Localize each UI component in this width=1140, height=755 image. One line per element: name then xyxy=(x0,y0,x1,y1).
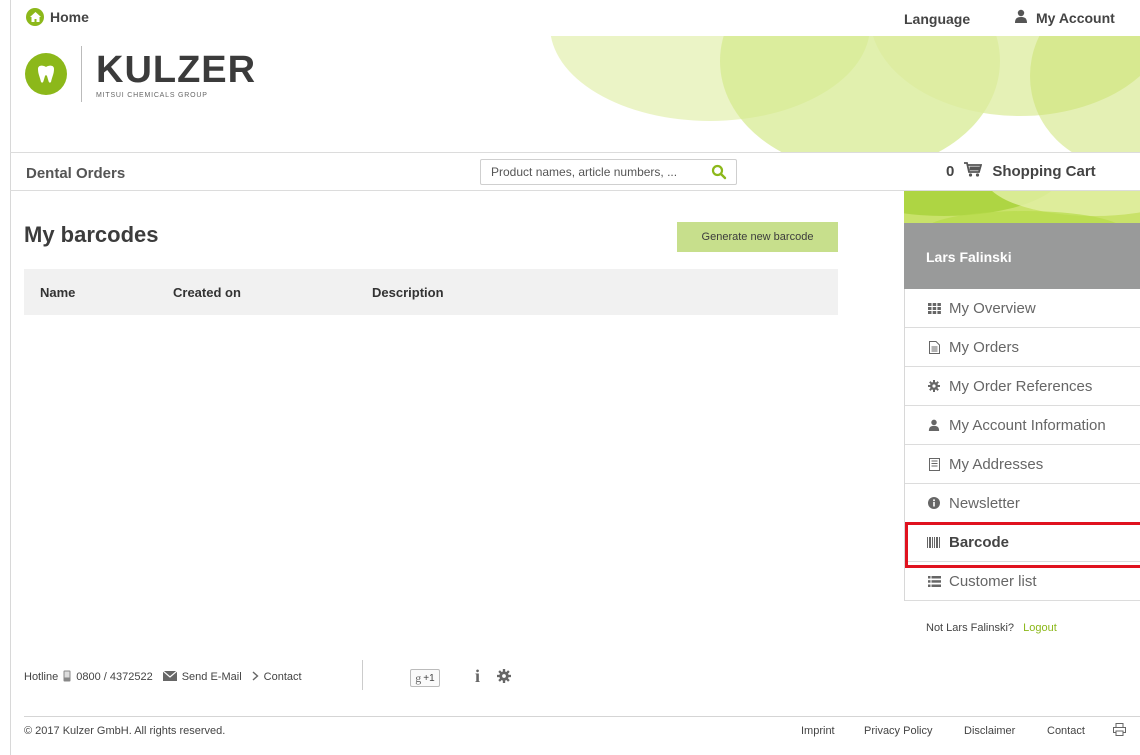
cart-label: Shopping Cart xyxy=(992,163,1096,180)
list-icon xyxy=(927,575,941,587)
tooth-icon xyxy=(25,53,67,95)
sidebar-item-label: My Orders xyxy=(949,338,1020,356)
logo-divider xyxy=(81,46,82,102)
page-title: My barcodes xyxy=(24,222,159,247)
top-bar: Home Language My Account xyxy=(10,0,1140,36)
settings-gear-icon[interactable] xyxy=(497,669,511,686)
logout-link[interactable]: Logout xyxy=(1023,622,1057,634)
google-plus-button[interactable]: g +1 xyxy=(410,669,440,687)
home-link[interactable]: Home xyxy=(26,8,89,26)
document-icon xyxy=(927,340,941,354)
email-icon xyxy=(162,670,178,684)
print-icon[interactable] xyxy=(1113,723,1126,739)
google-plus-count: +1 xyxy=(423,672,435,684)
brand-name: KULZER xyxy=(96,48,257,91)
privacy-policy-link[interactable]: Privacy Policy xyxy=(864,725,932,737)
column-description[interactable]: Description xyxy=(372,285,444,300)
search-box xyxy=(480,159,737,185)
sidebar-item-label: Newsletter xyxy=(949,494,1020,512)
kulzer-logo[interactable]: KULZER MITSUI CHEMICALS GROUP xyxy=(25,46,256,102)
sidebar-item-barcode[interactable]: Barcode xyxy=(905,522,1140,568)
gear-icon xyxy=(927,380,941,392)
info-button[interactable]: i xyxy=(475,666,480,687)
user-icon xyxy=(927,419,941,431)
sidebar-item-account-information[interactable]: My Account Information xyxy=(905,406,1140,445)
home-label: Home xyxy=(50,9,89,25)
footer-divider-line xyxy=(24,716,1140,717)
imprint-link[interactable]: Imprint xyxy=(801,725,835,737)
generate-barcode-button[interactable]: Generate new barcode xyxy=(677,222,838,252)
sidebar-item-order-references[interactable]: My Order References xyxy=(905,367,1140,406)
search-icon[interactable] xyxy=(711,164,727,183)
column-created-on[interactable]: Created on xyxy=(173,285,241,300)
brand-subtitle: MITSUI CHEMICALS GROUP xyxy=(96,91,208,99)
account-sidebar: Lars Falinski My Overview My Orders My O… xyxy=(904,191,1140,655)
disclaimer-link[interactable]: Disclaimer xyxy=(964,725,1015,737)
sidebar-item-label: Barcode xyxy=(949,533,1010,551)
my-account-link[interactable]: My Account xyxy=(1014,9,1115,26)
cart-icon xyxy=(964,162,983,181)
barcode-table-header: Name Created on Description xyxy=(24,269,838,315)
sidebar-item-orders[interactable]: My Orders xyxy=(905,328,1140,367)
sidebar-menu: My Overview My Orders My Order Reference… xyxy=(904,289,1140,601)
sidebar-item-overview[interactable]: My Overview xyxy=(905,289,1140,328)
copyright: © 2017 Kulzer GmbH. All rights reserved. xyxy=(24,725,226,737)
footer-contact-label: Contact xyxy=(263,671,302,683)
send-email-link[interactable]: Send E-Mail xyxy=(162,670,242,684)
dental-orders-label[interactable]: Dental Orders xyxy=(26,165,125,182)
sidebar-item-newsletter[interactable]: Newsletter xyxy=(905,484,1140,523)
sidebar-item-label: Customer list xyxy=(949,572,1037,590)
google-plus-icon: g xyxy=(415,670,422,685)
footer-divider xyxy=(362,660,363,690)
column-name[interactable]: Name xyxy=(40,285,75,300)
home-icon xyxy=(26,8,44,26)
sidebar-item-addresses[interactable]: My Addresses xyxy=(905,445,1140,484)
sidebar-user-name: Lars Falinski xyxy=(904,223,1140,289)
sidebar-item-label: My Overview xyxy=(949,299,1036,317)
info-icon xyxy=(927,497,941,509)
hotline-label: Hotline xyxy=(24,671,59,683)
grid-icon xyxy=(927,302,941,314)
footer-contact-bar: Hotline 0800 / 4372522 Send E-Mail Conta… xyxy=(24,667,544,687)
nav-bar: Dental Orders 0 Shopping Cart xyxy=(10,153,1140,191)
footer-contact-link-bottom[interactable]: Contact xyxy=(1047,725,1085,737)
footer-contact-link[interactable]: Contact xyxy=(252,670,302,684)
cart-count: 0 xyxy=(946,163,955,180)
language-menu[interactable]: Language xyxy=(904,11,970,27)
not-user-line: Not Lars Falinski? Logout xyxy=(926,622,1057,634)
sidebar-item-label: My Addresses xyxy=(949,455,1044,473)
address-book-icon xyxy=(927,457,941,471)
my-account-label: My Account xyxy=(1036,9,1115,26)
search-input[interactable] xyxy=(481,165,701,179)
sidebar-item-label: My Order References xyxy=(949,377,1093,395)
chevron-right-icon xyxy=(252,670,259,684)
sidebar-item-label: My Account Information xyxy=(949,416,1106,434)
barcode-icon xyxy=(927,536,941,548)
hotline-number: 0800 / 4372522 xyxy=(76,671,153,683)
not-user-text: Not Lars Falinski? xyxy=(926,622,1015,634)
sidebar-item-customer-list[interactable]: Customer list xyxy=(905,562,1140,601)
shopping-cart-link[interactable]: 0 Shopping Cart xyxy=(946,162,1096,181)
sidebar-decoration xyxy=(904,191,1140,223)
site-header: KULZER MITSUI CHEMICALS GROUP xyxy=(10,36,1140,153)
hotline[interactable]: Hotline 0800 / 4372522 xyxy=(24,670,153,685)
user-icon xyxy=(1014,9,1028,26)
send-email-label: Send E-Mail xyxy=(181,671,242,683)
phone-icon xyxy=(63,670,71,685)
